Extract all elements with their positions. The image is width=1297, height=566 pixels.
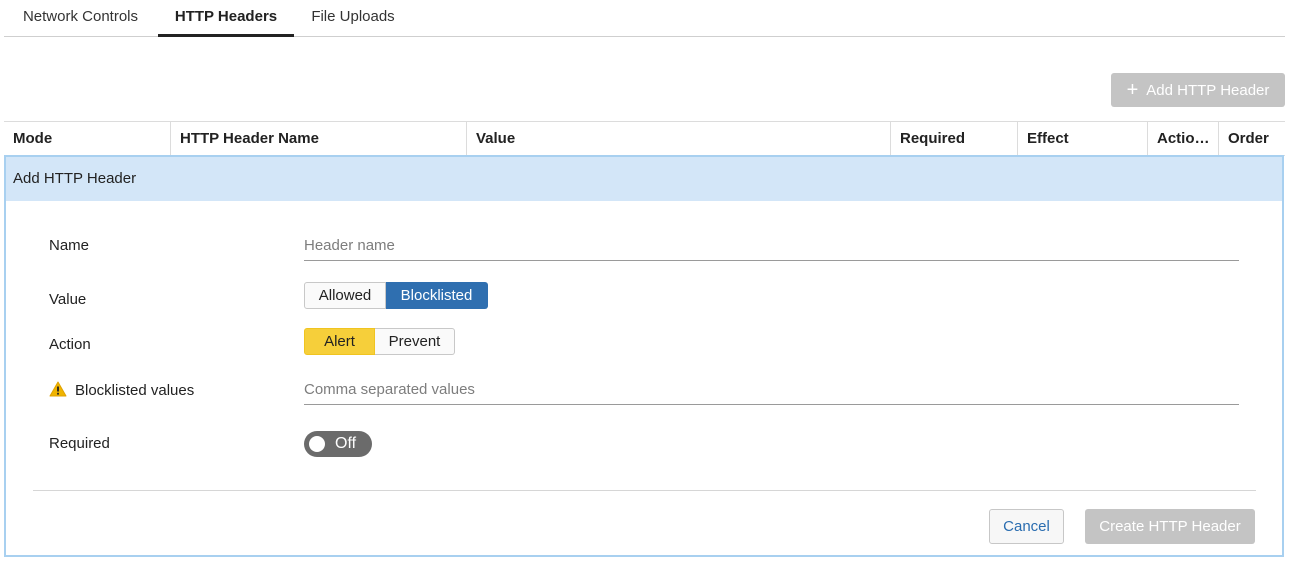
header-name-input[interactable] bbox=[304, 231, 1239, 261]
form-title: Add HTTP Header bbox=[6, 157, 1282, 201]
form-divider bbox=[33, 490, 1256, 491]
tab-bar: Network Controls HTTP Headers File Uploa… bbox=[4, 0, 1285, 37]
value-segmented-control: Allowed Blocklisted bbox=[304, 282, 488, 309]
column-header-order[interactable]: Order bbox=[1219, 122, 1285, 155]
create-http-header-button[interactable]: Create HTTP Header bbox=[1085, 509, 1255, 544]
value-option-allowed[interactable]: Allowed bbox=[304, 282, 386, 309]
add-http-header-button[interactable]: + Add HTTP Header bbox=[1111, 73, 1285, 107]
column-header-mode[interactable]: Mode bbox=[4, 122, 171, 155]
value-label: Value bbox=[49, 291, 87, 308]
warning-icon bbox=[49, 381, 67, 401]
tab-file-uploads[interactable]: File Uploads bbox=[294, 0, 412, 37]
action-option-prevent[interactable]: Prevent bbox=[375, 328, 455, 355]
name-label: Name bbox=[49, 237, 90, 254]
column-header-effect[interactable]: Effect bbox=[1018, 122, 1148, 155]
value-option-blocklisted[interactable]: Blocklisted bbox=[386, 282, 488, 309]
action-segmented-control: Alert Prevent bbox=[304, 328, 455, 355]
blocklisted-values-label-row: Blocklisted values bbox=[49, 381, 194, 401]
blocklisted-values-label: Blocklisted values bbox=[75, 382, 195, 399]
toggle-state-label: Off bbox=[335, 435, 357, 452]
tab-http-headers[interactable]: HTTP Headers bbox=[158, 0, 294, 37]
add-header-form: Add HTTP Header Name Value Allowed Block… bbox=[4, 155, 1284, 557]
add-http-header-label: Add HTTP Header bbox=[1146, 81, 1270, 99]
tab-network-controls[interactable]: Network Controls bbox=[4, 0, 157, 37]
column-header-actions[interactable]: Actio… bbox=[1148, 122, 1219, 155]
column-header-value[interactable]: Value bbox=[467, 122, 891, 155]
toggle-knob bbox=[309, 436, 325, 452]
plus-icon: + bbox=[1126, 79, 1139, 101]
table-header: Mode HTTP Header Name Value Required Eff… bbox=[4, 121, 1285, 156]
column-header-name[interactable]: HTTP Header Name bbox=[171, 122, 467, 155]
column-header-required[interactable]: Required bbox=[891, 122, 1018, 155]
action-label: Action bbox=[49, 336, 91, 353]
required-label: Required bbox=[49, 435, 110, 452]
cancel-button[interactable]: Cancel bbox=[989, 509, 1064, 544]
action-option-alert[interactable]: Alert bbox=[304, 328, 375, 355]
blocklisted-values-input[interactable] bbox=[304, 375, 1239, 405]
required-toggle[interactable]: Off bbox=[304, 431, 372, 457]
